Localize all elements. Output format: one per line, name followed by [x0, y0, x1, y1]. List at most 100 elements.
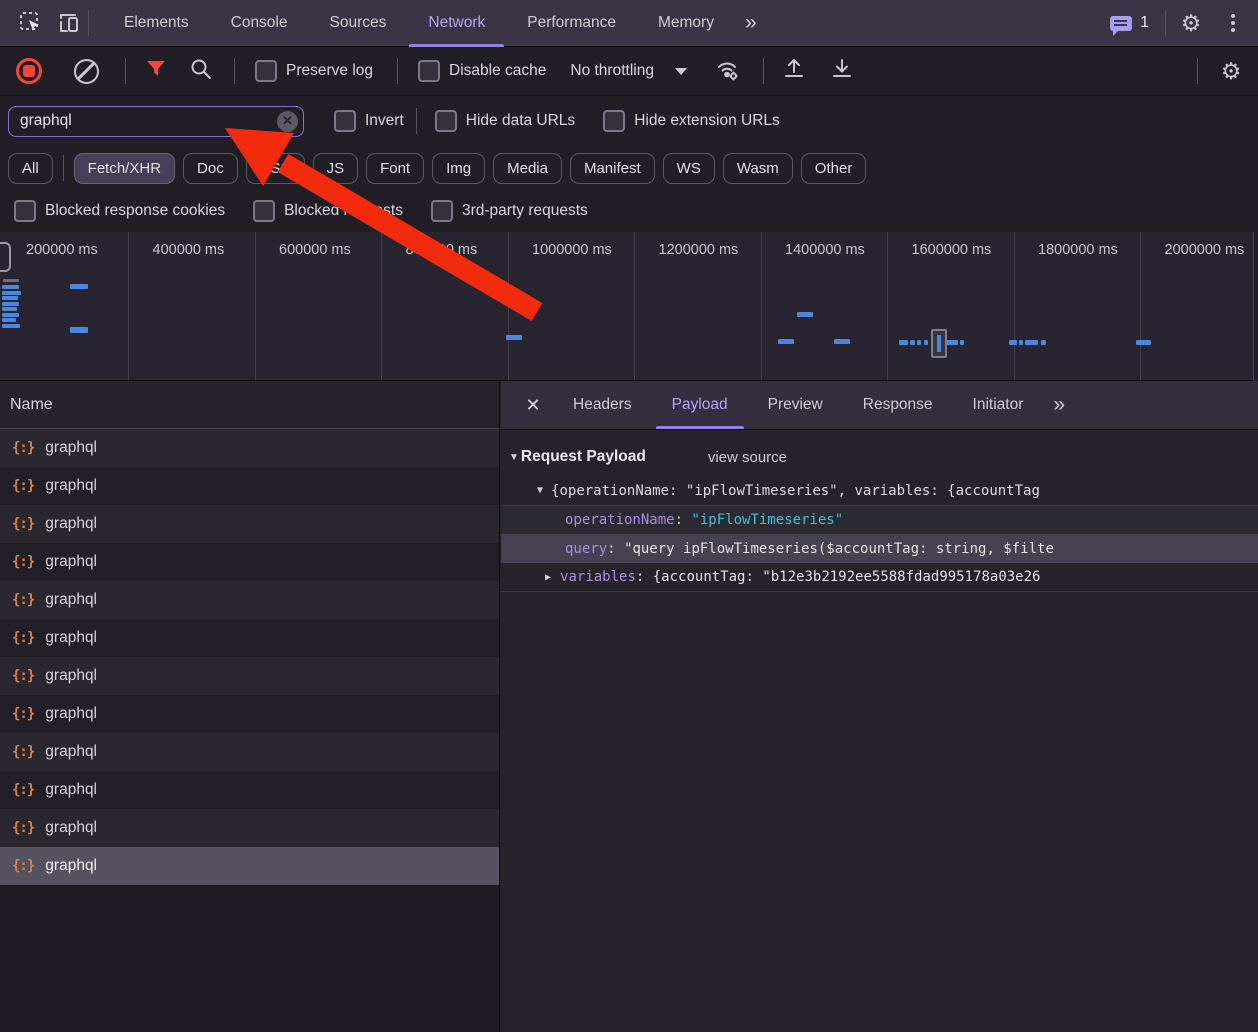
- preserve-log-label: Preserve log: [286, 62, 373, 80]
- tab-elements[interactable]: Elements: [103, 0, 210, 47]
- request-row[interactable]: {:}graphql: [0, 543, 499, 581]
- request-row[interactable]: {:} graphql: [0, 619, 499, 657]
- type-filter-doc[interactable]: Doc: [183, 153, 238, 184]
- divider: [416, 108, 417, 134]
- devtools-window: ElementsConsoleSourcesNetworkPerformance…: [0, 0, 1258, 1032]
- network-conditions-button[interactable]: [713, 57, 741, 86]
- payload-value: {accountTag: "b12e3b2192ee5588fdad995178…: [653, 569, 1041, 585]
- payload-key: operationName: [565, 512, 675, 528]
- timeline-gridline: [634, 232, 635, 380]
- throttling-select[interactable]: No throttling: [570, 62, 687, 80]
- waterfall-bar: [960, 340, 964, 345]
- payload-value: "query ipFlowTimeseries($accountTag: str…: [624, 541, 1054, 557]
- chevron-down-icon: [675, 68, 687, 75]
- issues-button[interactable]: 1: [1100, 14, 1159, 32]
- inspect-element-button[interactable]: [12, 4, 50, 42]
- details-tab-response[interactable]: Response: [843, 381, 953, 429]
- device-toolbar-button[interactable]: [50, 4, 88, 42]
- details-tab-preview[interactable]: Preview: [748, 381, 843, 429]
- clear-filter-icon[interactable]: ✕: [277, 111, 298, 132]
- issues-count: 1: [1140, 14, 1149, 32]
- blocked-requests-checkbox[interactable]: [253, 200, 275, 222]
- filter-input[interactable]: [8, 106, 304, 137]
- waterfall-bar: [910, 340, 915, 345]
- type-filter-other[interactable]: Other: [801, 153, 867, 184]
- timeline-handle[interactable]: [0, 242, 11, 272]
- type-filter-js[interactable]: JS: [313, 153, 359, 184]
- export-har-button[interactable]: [830, 57, 854, 86]
- tab-memory[interactable]: Memory: [637, 0, 735, 47]
- request-name: graphql: [45, 629, 97, 647]
- payload-entry-query[interactable]: query: "query ipFlowTimeseries($accountT…: [501, 534, 1258, 563]
- request-payload-section[interactable]: ▼ Request Payload view source: [509, 448, 1258, 466]
- payload-entry-variables[interactable]: ▶variables: {accountTag: "b12e3b2192ee55…: [501, 563, 1258, 592]
- type-filter-media[interactable]: Media: [493, 153, 562, 184]
- request-row[interactable]: {:}graphql: [0, 695, 499, 733]
- request-row[interactable]: {:}graphql: [0, 505, 499, 543]
- type-filter-fetch-xhr[interactable]: Fetch/XHR: [74, 153, 175, 184]
- request-row[interactable]: {:}graphql: [0, 809, 499, 847]
- main-menu-button[interactable]: [1216, 4, 1250, 42]
- type-filter-font[interactable]: Font: [366, 153, 424, 184]
- tab-network[interactable]: Network: [407, 0, 506, 47]
- search-button[interactable]: [190, 58, 212, 85]
- hide-data-urls-checkbox[interactable]: [435, 110, 457, 132]
- details-tab-headers[interactable]: Headers: [553, 381, 652, 429]
- record-network-log-button[interactable]: [16, 58, 42, 84]
- devtools-settings-button[interactable]: ⚙: [1172, 4, 1210, 42]
- view-source-link[interactable]: view source: [708, 449, 787, 466]
- waterfall-bar: [917, 340, 921, 345]
- waterfall-bar: [1136, 340, 1151, 345]
- type-filter-img[interactable]: Img: [432, 153, 485, 184]
- type-filter-all[interactable]: All: [8, 153, 53, 184]
- request-row[interactable]: {:}graphql: [0, 847, 499, 885]
- details-tab-payload[interactable]: Payload: [652, 381, 748, 429]
- hide-extension-urls-checkbox[interactable]: [603, 110, 625, 132]
- timeline-gridline: [128, 232, 129, 380]
- type-filter-ws[interactable]: WS: [663, 153, 715, 184]
- more-details-tabs-button[interactable]: »: [1043, 383, 1075, 427]
- tab-performance[interactable]: Performance: [506, 0, 637, 47]
- type-filter-wasm[interactable]: Wasm: [723, 153, 793, 184]
- request-row[interactable]: {:}graphql: [0, 581, 499, 619]
- third-party-requests-checkbox[interactable]: [431, 200, 453, 222]
- timeline-tick-label: 800000 ms: [406, 242, 478, 258]
- timeline-tick-label: 1800000 ms: [1038, 242, 1118, 258]
- request-row[interactable]: {:}graphql: [0, 771, 499, 809]
- payload-entry-operationName[interactable]: operationName: "ipFlowTimeseries": [501, 505, 1258, 534]
- json-braces-icon: {:}: [12, 516, 34, 532]
- preserve-log-checkbox[interactable]: [255, 60, 277, 82]
- network-settings-button[interactable]: ⚙: [1212, 52, 1250, 90]
- invert-checkbox[interactable]: [334, 110, 356, 132]
- disable-cache-checkbox[interactable]: [418, 60, 440, 82]
- request-row[interactable]: {:}graphql: [0, 429, 499, 467]
- timeline-tick-label: 2000000 ms: [1165, 242, 1245, 258]
- divider: [88, 10, 89, 36]
- import-har-button[interactable]: [782, 57, 806, 86]
- request-row[interactable]: {:}graphql: [0, 733, 499, 771]
- payload-value: "ipFlowTimeseries": [691, 512, 843, 528]
- tab-sources[interactable]: Sources: [309, 0, 408, 47]
- devtools-tab-bar: ElementsConsoleSourcesNetworkPerformance…: [0, 0, 1258, 47]
- payload-preview-line[interactable]: ▼ {operationName: "ipFlowTimeseries", va…: [501, 476, 1258, 505]
- json-braces-icon: {:}: [12, 630, 34, 646]
- tab-console[interactable]: Console: [210, 0, 309, 47]
- more-tabs-button[interactable]: »: [735, 1, 767, 45]
- waterfall-bar: [70, 327, 88, 333]
- name-column-header[interactable]: Name: [0, 381, 499, 429]
- filter-toggle-button[interactable]: [146, 60, 166, 83]
- details-tab-initiator[interactable]: Initiator: [953, 381, 1044, 429]
- network-main-area: Name {:}graphql{:}graphql{:}graphql{:}gr…: [0, 381, 1258, 1032]
- type-filter-css[interactable]: CSS: [246, 153, 305, 184]
- clear-network-log-button[interactable]: [74, 59, 99, 84]
- blocked-requests-label: Blocked requests: [284, 202, 403, 220]
- type-filter-manifest[interactable]: Manifest: [570, 153, 655, 184]
- network-overview-timeline[interactable]: 200000 ms400000 ms600000 ms800000 ms1000…: [0, 232, 1254, 381]
- request-row[interactable]: {:}graphql: [0, 657, 499, 695]
- divider: [234, 58, 235, 84]
- blocked-response-cookies-checkbox[interactable]: [14, 200, 36, 222]
- request-row[interactable]: {:}graphql: [0, 467, 499, 505]
- waterfall-bar: [2, 285, 19, 289]
- json-braces-icon: {:}: [12, 592, 34, 608]
- close-details-icon[interactable]: ✕: [513, 395, 553, 416]
